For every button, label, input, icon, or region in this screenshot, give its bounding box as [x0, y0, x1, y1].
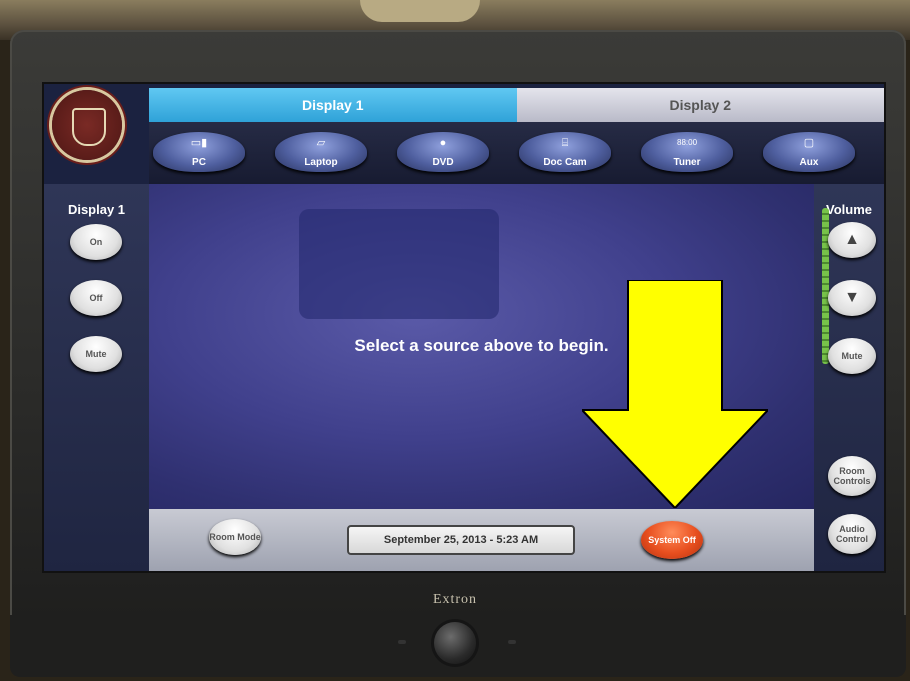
tuner-icon: 88:00 — [677, 138, 698, 147]
dvd-icon: ● — [439, 137, 447, 149]
display-tabs: Display 1 Display 2 — [149, 88, 884, 122]
source-tuner-button[interactable]: 88:00 Tuner — [641, 132, 733, 172]
doc-cam-icon: ⌸ — [561, 137, 569, 149]
source-doc-cam-button[interactable]: ⌸ Doc Cam — [519, 132, 611, 172]
display-control-panel: Display 1 On Off Mute — [44, 184, 149, 571]
room-mode-button[interactable]: Room Mode — [209, 519, 261, 555]
volume-down-button[interactable]: ▼ — [828, 280, 876, 316]
hardware-knob[interactable] — [434, 622, 476, 664]
display-on-button[interactable]: On — [70, 224, 122, 260]
date-time-display: September 25, 2013 - 5:23 AM — [347, 525, 575, 555]
source-pc-button[interactable]: ▭▮ PC — [153, 132, 245, 172]
indicator-led-right — [508, 640, 516, 644]
aux-icon: ▢ — [803, 137, 815, 149]
source-tuner-label: Tuner — [673, 157, 701, 168]
display-mute-button[interactable]: Mute — [70, 336, 122, 372]
audio-control-button[interactable]: Audio Control — [828, 514, 876, 554]
source-aux-label: Aux — [799, 157, 819, 168]
volume-mute-button[interactable]: Mute — [828, 338, 876, 374]
volume-level-meter — [822, 208, 829, 364]
volume-up-button[interactable]: ▲ — [828, 222, 876, 258]
pc-icon: ▭▮ — [190, 137, 208, 149]
footer-bar: Room Mode September 25, 2013 - 5:23 AM S… — [149, 509, 814, 571]
indicator-led-left — [398, 640, 406, 644]
display-panel-title: Display 1 — [67, 202, 126, 217]
source-pc-label: PC — [192, 157, 206, 168]
volume-panel: Volume ▲ ▼ Mute Room Controls Audio Cont… — [814, 184, 884, 571]
yellow-arrow-annotation-icon — [582, 280, 768, 508]
display-off-button[interactable]: Off — [70, 280, 122, 316]
source-dvd-button[interactable]: ● DVD — [397, 132, 489, 172]
institution-seal-logo — [52, 90, 122, 160]
source-dvd-label: DVD — [432, 157, 454, 168]
tab-display-2[interactable]: Display 2 — [516, 88, 884, 122]
source-doc-cam-label: Doc Cam — [543, 157, 587, 168]
source-bar: ▭▮ PC ▱ Laptop ● DVD ⌸ Doc Cam 88:00 Tun… — [149, 122, 884, 184]
laptop-icon: ▱ — [316, 137, 326, 149]
source-laptop-button[interactable]: ▱ Laptop — [275, 132, 367, 172]
room-controls-button[interactable]: Room Controls — [828, 456, 876, 496]
system-off-button[interactable]: System Off — [641, 521, 703, 559]
extron-brand-logo: Extron — [432, 592, 478, 607]
volume-down-arrow-icon: ▼ — [844, 289, 860, 306]
tab-display-1[interactable]: Display 1 — [149, 88, 517, 122]
source-aux-button[interactable]: ▢ Aux — [763, 132, 855, 172]
volume-up-arrow-icon: ▲ — [844, 231, 860, 248]
source-laptop-label: Laptop — [304, 157, 338, 168]
